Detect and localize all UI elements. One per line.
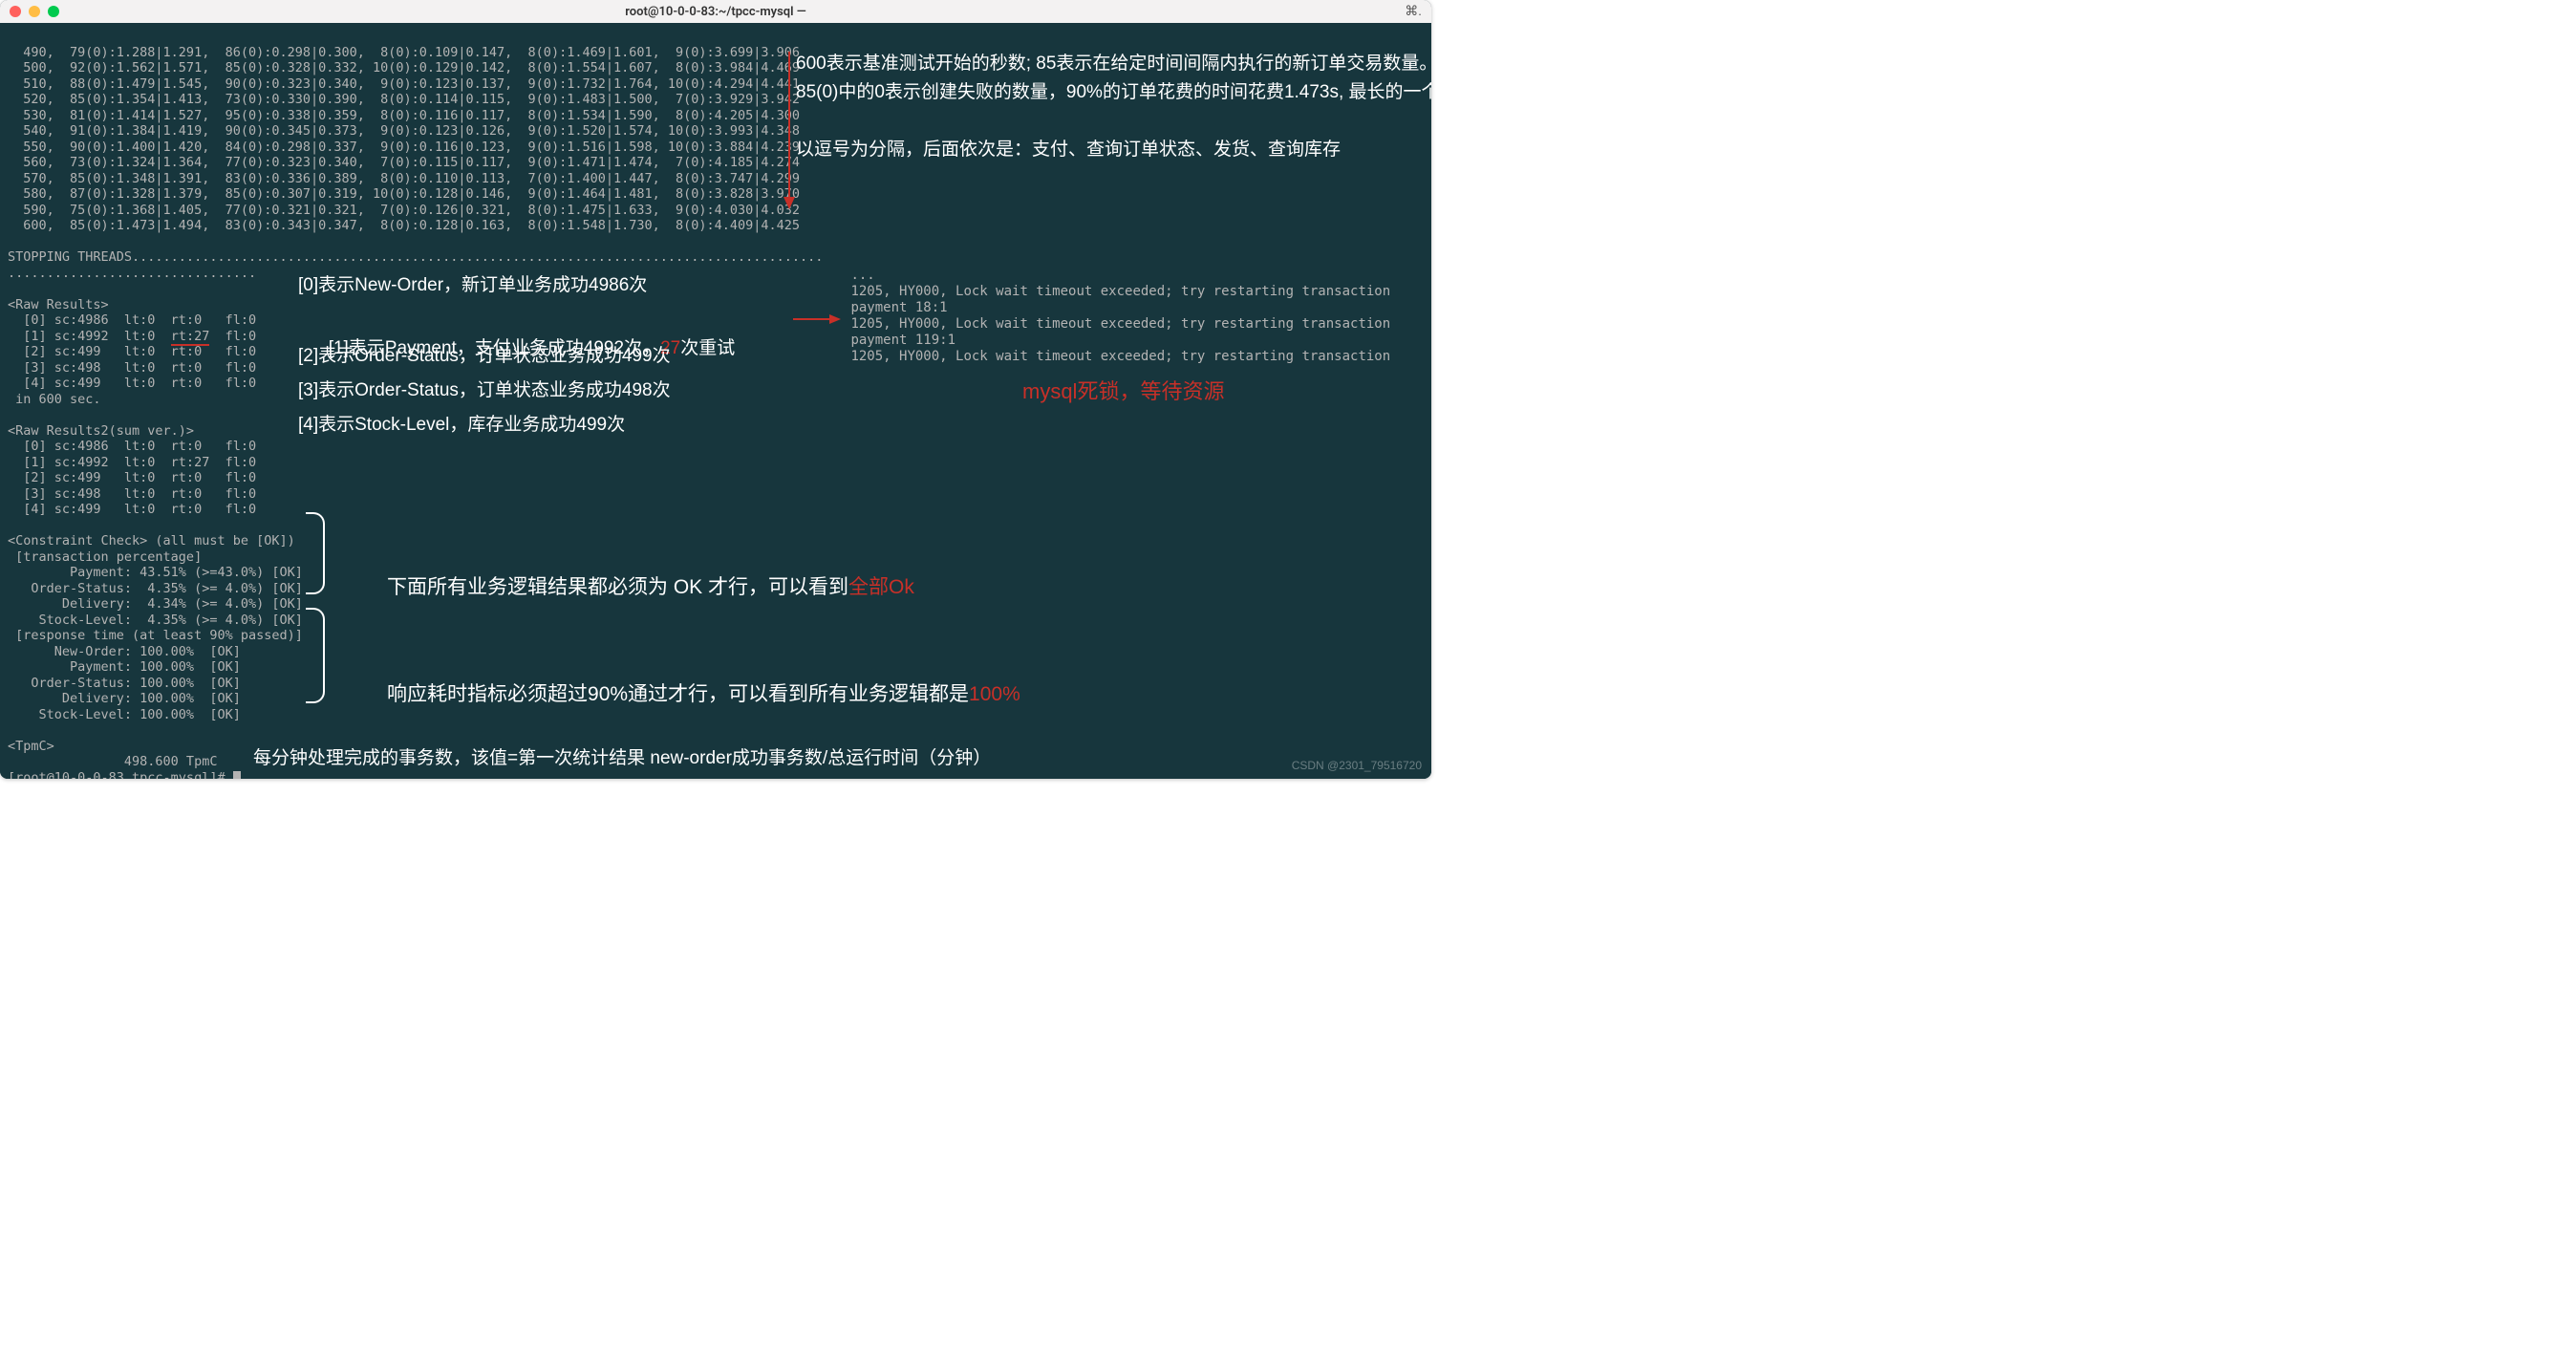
note-idx4: [4]表示Stock-Level，库存业务成功499次	[298, 411, 625, 440]
title-bar[interactable]: root@10-0-0-83:~/tpcc-mysql — ⌘.	[0, 0, 1431, 23]
note-resp-100: 响应耗时指标必须超过90%通过才行，可以看到所有业务逻辑都是100%	[354, 652, 1020, 738]
menu-icon[interactable]: ⌘.	[1405, 4, 1422, 19]
arrow-down-a	[780, 52, 799, 209]
terminal-viewport[interactable]: 490, 79(0):1.288|1.291, 86(0):0.298|0.30…	[0, 23, 1431, 779]
rt27-highlight: rt:27	[171, 329, 210, 346]
note-throughput: 600表示基准测试开始的秒数; 85表示在给定时间间隔内执行的新订单交易数量。基…	[796, 50, 1421, 164]
deadlock-log: ... 1205, HY000, Lock wait timeout excee…	[843, 268, 1416, 365]
watermark: CSDN @2301_79516720	[1292, 758, 1422, 774]
note-deadlock: mysql死锁，等待资源	[1022, 384, 1224, 400]
note-idx2: [2]表示Order-Status，订单状态业务成功499次	[298, 342, 671, 371]
note-tpmc: 每分钟处理完成的事务数，该值=第一次统计结果 new-order成功事务数/总运…	[253, 744, 991, 773]
brace-1	[306, 512, 325, 594]
note-idx0: [0]表示New-Order，新订单业务成功4986次	[298, 271, 647, 300]
note-all-ok: 下面所有业务逻辑结果都必须为 OK 才行，可以看到全部Ok	[354, 545, 914, 631]
arrow-right-a	[793, 312, 841, 327]
note-idx3: [3]表示Order-Status，订单状态业务成功498次	[298, 376, 671, 405]
raw-results-2: <Raw Results2(sum ver.)> [0] sc:4986 lt:…	[8, 423, 1424, 518]
window-title: root@10-0-0-83:~/tpcc-mysql —	[0, 5, 1431, 19]
cursor	[233, 771, 241, 780]
terminal-window: root@10-0-0-83:~/tpcc-mysql — ⌘. 490, 79…	[0, 0, 1431, 779]
brace-2	[306, 608, 325, 703]
